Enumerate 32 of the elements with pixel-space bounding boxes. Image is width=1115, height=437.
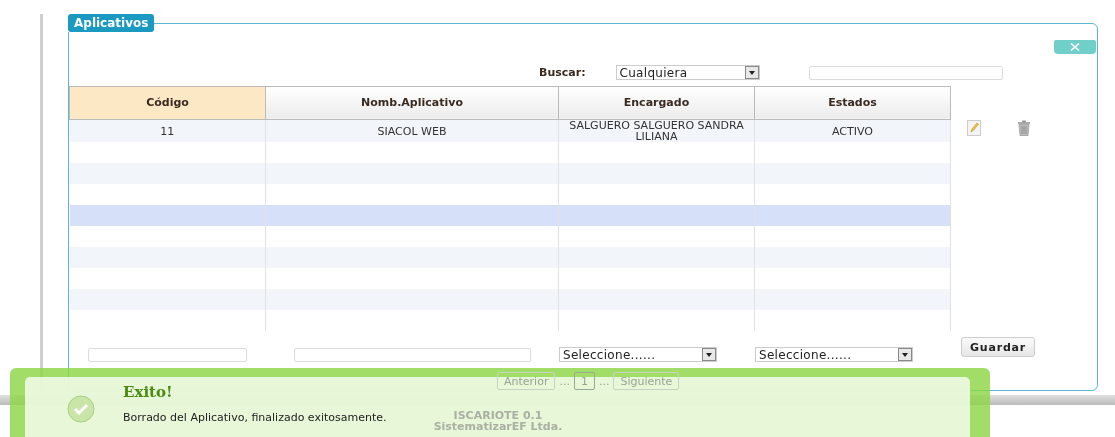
trash-icon[interactable] — [1017, 119, 1031, 136]
column-header[interactable]: Nomb.Aplicativo — [265, 86, 559, 120]
filter-select[interactable]: Cualquiera — [615, 65, 760, 80]
ellipsis: ... — [598, 374, 610, 388]
notification-message: Borrado del Aplicativo, finalizado exitosamente. — [123, 411, 387, 424]
close-button[interactable] — [1054, 40, 1096, 54]
input-field[interactable] — [88, 347, 247, 362]
save-button[interactable]: Guardar — [961, 337, 1036, 358]
table-row[interactable] — [69, 247, 951, 269]
input-field[interactable] — [294, 347, 531, 362]
notification-title: Exito! — [123, 383, 174, 401]
dropdown-select[interactable]: Seleccione...... — [559, 347, 717, 363]
table-row[interactable] — [69, 205, 951, 227]
check-icon — [66, 394, 96, 424]
dropdown-caret-icon — [702, 348, 716, 362]
search-label: Buscar: — [539, 66, 586, 79]
close-icon — [1070, 43, 1080, 51]
table-row[interactable]: 11 SIACOL WEB SALGUERO SALGUERO SANDRA LILIANA ACTIVO — [69, 119, 951, 143]
dropdown-caret-icon — [898, 348, 912, 362]
search-field[interactable] — [808, 65, 1003, 80]
column-header[interactable]: Encargado — [558, 86, 755, 120]
table-row[interactable] — [69, 289, 951, 311]
column-header[interactable]: Estados — [754, 86, 951, 120]
dropdown-select[interactable]: Seleccione...... — [755, 347, 913, 363]
ellipsis: ... — [559, 374, 570, 388]
footer-text: SistematizarEF Ltda. — [433, 421, 563, 432]
panel-title: Aplicativos — [68, 14, 155, 32]
table-row[interactable] — [69, 163, 951, 185]
footer-text: ISCARIOTE 0.1 — [453, 410, 543, 421]
edit-icon[interactable] — [967, 119, 981, 136]
column-header[interactable]: Código — [69, 86, 266, 120]
dropdown-caret-icon — [744, 66, 759, 79]
